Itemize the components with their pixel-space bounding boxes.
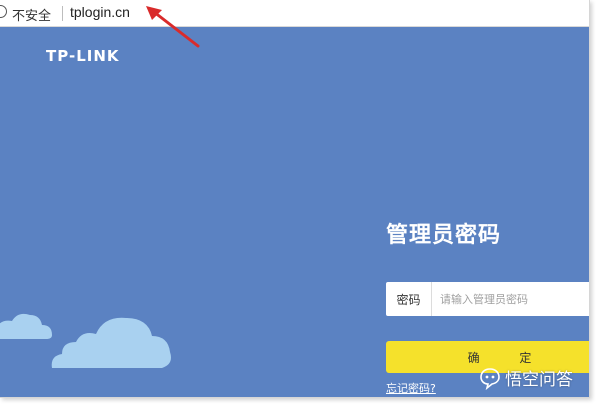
address-bar[interactable]: 不安全 tplogin.cn <box>0 0 589 27</box>
password-label: 密码 <box>386 282 432 316</box>
cloud-large-decoration <box>51 317 171 368</box>
red-arrow-annotation <box>146 6 200 48</box>
password-field-group: 密码 <box>386 282 589 316</box>
tplink-logo: TP-LINK <box>46 47 120 65</box>
watermark-text: 悟空问答 <box>505 370 573 390</box>
url-text[interactable]: tplogin.cn <box>70 4 130 20</box>
wukong-logo-icon <box>480 367 500 390</box>
watermark: 悟空问答 <box>478 365 573 390</box>
address-separator <box>62 6 63 21</box>
login-page: TP-LINK 管理员密码 密码 确 定 忘记密码? <box>0 27 589 397</box>
security-label[interactable]: 不安全 <box>12 5 51 24</box>
browser-window: 不安全 tplogin.cn TP-LINK 管理员密码 密码 确 定 忘记密码… <box>0 0 590 398</box>
info-icon[interactable] <box>0 5 7 18</box>
password-input[interactable] <box>432 282 589 316</box>
login-title: 管理员密码 <box>386 223 502 248</box>
forgot-password-link[interactable]: 忘记密码? <box>386 380 436 396</box>
